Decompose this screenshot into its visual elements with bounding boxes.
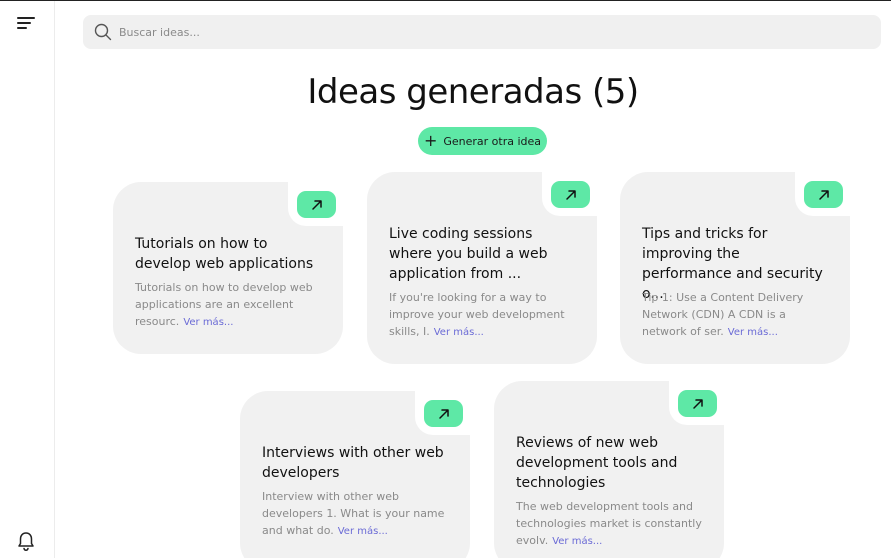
arrow-up-right-icon — [311, 199, 322, 210]
page-title: Ideas generadas (5) — [307, 72, 639, 112]
idea-title: Interviews with other web developers — [262, 445, 444, 481]
open-idea-button[interactable] — [804, 181, 843, 208]
idea-card[interactable]: Tips and tricks for improving the perfor… — [620, 172, 850, 364]
see-more-link[interactable]: Ver más... — [728, 327, 778, 338]
open-idea-button[interactable] — [424, 400, 463, 427]
open-idea-button[interactable] — [678, 390, 717, 417]
arrow-up-right-icon — [565, 189, 576, 200]
arrow-up-right-icon — [692, 398, 703, 409]
see-more-link[interactable]: Ver más... — [183, 317, 233, 328]
plus-icon: + — [423, 131, 438, 150]
menu-icon[interactable] — [17, 15, 37, 31]
idea-excerpt: Interview with other web developers 1. W… — [262, 490, 445, 537]
idea-card[interactable]: Reviews of new web development tools and… — [494, 381, 724, 558]
search-input[interactable] — [119, 15, 859, 49]
search-icon — [94, 23, 112, 41]
idea-title: Reviews of new web development tools and… — [516, 435, 678, 491]
sidebar — [0, 1, 55, 558]
idea-excerpt: Tip 1: Use a Content Delivery Network (C… — [642, 291, 804, 338]
idea-title: Tutorials on how to develop web applicat… — [135, 236, 314, 272]
bell-icon[interactable] — [16, 531, 36, 553]
idea-excerpt: Tutorials on how to develop web applicat… — [135, 281, 313, 328]
open-idea-button[interactable] — [297, 191, 336, 218]
arrow-up-right-icon — [818, 189, 829, 200]
see-more-link[interactable]: Ver más... — [434, 327, 484, 338]
idea-title: Live coding sessions where you build a w… — [389, 226, 548, 282]
idea-excerpt: If you're looking for a way to improve y… — [389, 291, 565, 338]
search-bar — [83, 15, 881, 49]
generate-idea-label: Generar otra idea — [443, 134, 542, 148]
idea-card[interactable]: Interviews with other web developers Int… — [240, 391, 470, 558]
see-more-link[interactable]: Ver más... — [338, 526, 388, 537]
idea-card[interactable]: Tutorials on how to develop web applicat… — [113, 182, 343, 354]
see-more-link[interactable]: Ver más... — [552, 536, 602, 547]
idea-card[interactable]: Live coding sessions where you build a w… — [367, 172, 597, 364]
arrow-up-right-icon — [438, 408, 449, 419]
open-idea-button[interactable] — [551, 181, 590, 208]
idea-excerpt: The web development tools and technologi… — [516, 500, 702, 547]
window-top-border — [0, 0, 891, 1]
generate-idea-button[interactable]: + Generar otra idea — [418, 127, 547, 155]
